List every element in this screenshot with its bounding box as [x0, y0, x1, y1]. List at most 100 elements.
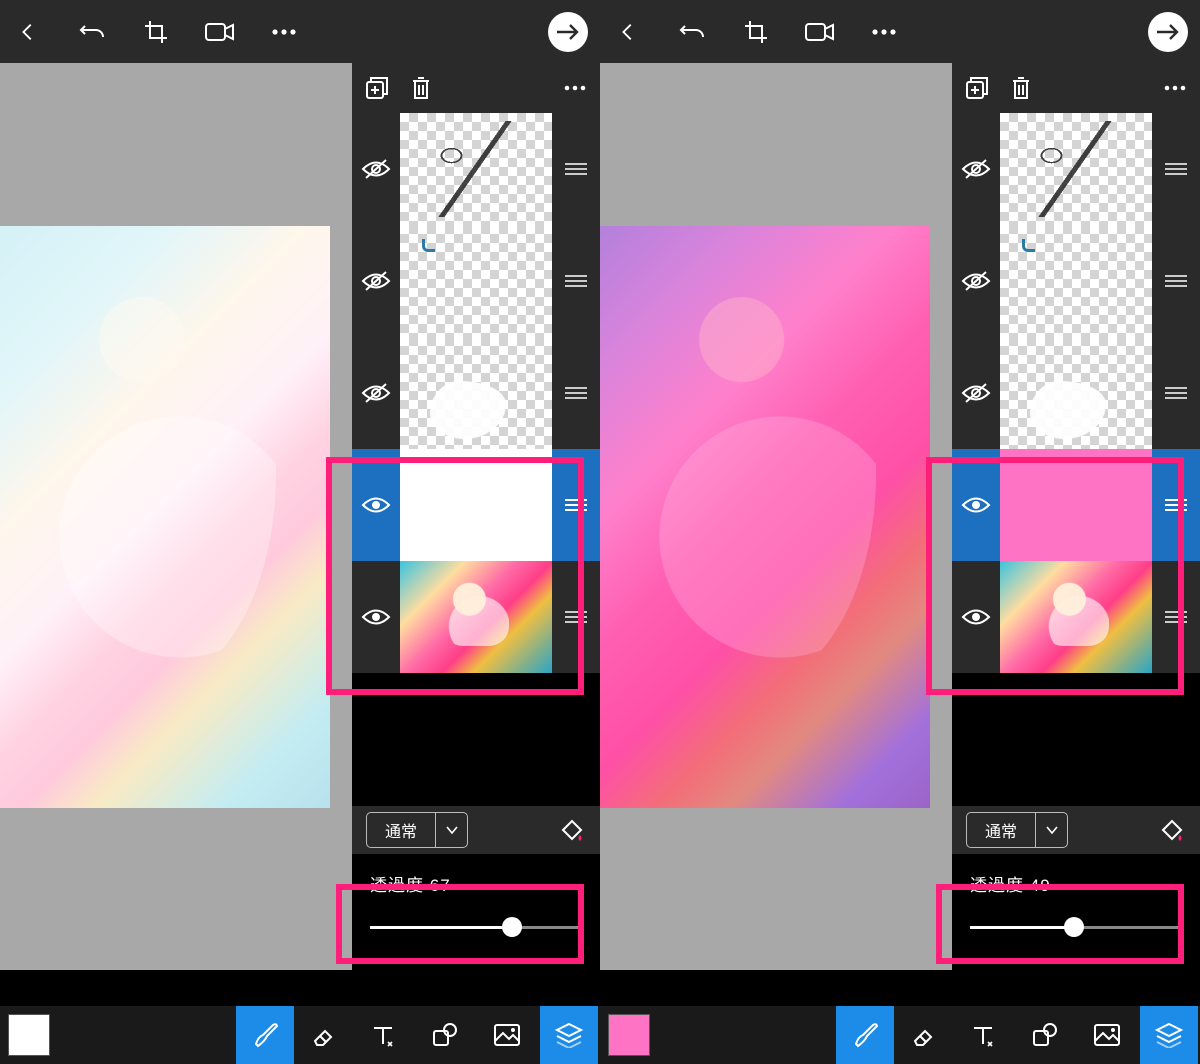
- eye-hidden-icon[interactable]: [952, 337, 1000, 449]
- blend-mode-label: 通常: [367, 813, 435, 847]
- layer-row[interactable]: [952, 225, 1200, 337]
- text-tool-icon[interactable]: [954, 1006, 1012, 1064]
- paint-bucket-icon[interactable]: [1154, 813, 1188, 847]
- layer-thumbnail[interactable]: [400, 225, 552, 337]
- more-icon[interactable]: [868, 16, 900, 48]
- layer-thumbnail[interactable]: [1000, 449, 1152, 561]
- caret-down-icon[interactable]: [435, 813, 467, 847]
- opacity-slider[interactable]: [970, 915, 1182, 939]
- eye-hidden-icon[interactable]: [352, 225, 400, 337]
- trash-icon[interactable]: [1008, 75, 1034, 101]
- layer-thumbnail[interactable]: [400, 561, 552, 673]
- blend-mode-label: 通常: [967, 813, 1035, 847]
- paint-bucket-icon[interactable]: [554, 813, 588, 847]
- more-icon[interactable]: [1162, 75, 1188, 101]
- layer-thumbnail[interactable]: [1000, 561, 1152, 673]
- layers-icon[interactable]: [540, 1006, 598, 1064]
- layers-header: [352, 63, 600, 113]
- drag-handle-icon[interactable]: [552, 225, 600, 337]
- image-tool-icon[interactable]: [1078, 1006, 1136, 1064]
- video-icon[interactable]: [804, 16, 836, 48]
- blend-mode-row: 通常: [952, 806, 1200, 854]
- add-layer-icon[interactable]: [964, 75, 990, 101]
- opacity-label: 透過度 49: [970, 871, 1182, 896]
- back-icon[interactable]: [12, 16, 44, 48]
- eye-open-icon[interactable]: [952, 561, 1000, 673]
- drag-handle-icon[interactable]: [552, 113, 600, 225]
- shape-tool-icon[interactable]: [1016, 1006, 1074, 1064]
- next-arrow-icon[interactable]: [1148, 12, 1188, 52]
- top-toolbar: [0, 0, 600, 63]
- layer-thumbnail[interactable]: [1000, 225, 1152, 337]
- layer-row[interactable]: [952, 113, 1200, 225]
- layers-header: [952, 63, 1200, 113]
- eye-open-icon[interactable]: [352, 561, 400, 673]
- workspace: 通常 透過度 49: [600, 63, 1200, 970]
- video-icon[interactable]: [204, 16, 236, 48]
- layers-icon[interactable]: [1140, 1006, 1198, 1064]
- eye-hidden-icon[interactable]: [352, 337, 400, 449]
- canvas[interactable]: [0, 63, 352, 970]
- drag-handle-icon[interactable]: [552, 337, 600, 449]
- layer-thumbnail[interactable]: [400, 449, 552, 561]
- color-overlay: [0, 226, 330, 808]
- opacity-control: 透過度 49: [952, 861, 1200, 947]
- opacity-control: 透過度 67: [352, 861, 600, 947]
- eye-open-icon[interactable]: [952, 449, 1000, 561]
- layer-row[interactable]: [952, 337, 1200, 449]
- layer-row[interactable]: [352, 449, 600, 561]
- color-swatch[interactable]: [600, 1006, 658, 1064]
- brush-icon[interactable]: [236, 1006, 294, 1064]
- layer-thumbnail[interactable]: [1000, 113, 1152, 225]
- drag-handle-icon[interactable]: [1152, 449, 1200, 561]
- text-tool-icon[interactable]: [354, 1006, 412, 1064]
- caret-down-icon[interactable]: [1035, 813, 1067, 847]
- undo-icon[interactable]: [676, 16, 708, 48]
- opacity-label: 透過度 67: [370, 871, 582, 896]
- drag-handle-icon[interactable]: [552, 561, 600, 673]
- more-icon[interactable]: [562, 75, 588, 101]
- layer-thumbnail[interactable]: [400, 337, 552, 449]
- crop-icon[interactable]: [140, 16, 172, 48]
- eye-hidden-icon[interactable]: [952, 225, 1000, 337]
- layer-row[interactable]: [352, 337, 600, 449]
- add-layer-icon[interactable]: [364, 75, 390, 101]
- eraser-icon[interactable]: [894, 1006, 952, 1064]
- drag-handle-icon[interactable]: [1152, 225, 1200, 337]
- eye-open-icon[interactable]: [352, 449, 400, 561]
- next-arrow-icon[interactable]: [548, 12, 588, 52]
- eraser-icon[interactable]: [294, 1006, 352, 1064]
- trash-icon[interactable]: [408, 75, 434, 101]
- layers-panel: 通常 透過度 67: [352, 63, 600, 970]
- shape-tool-icon[interactable]: [416, 1006, 474, 1064]
- more-icon[interactable]: [268, 16, 300, 48]
- layer-row[interactable]: [952, 449, 1200, 561]
- color-overlay: [600, 226, 930, 808]
- layer-thumbnail[interactable]: [400, 113, 552, 225]
- blend-mode-dropdown[interactable]: 通常: [366, 812, 468, 848]
- blend-mode-dropdown[interactable]: 通常: [966, 812, 1068, 848]
- layer-row[interactable]: [352, 113, 600, 225]
- canvas-image: [0, 226, 330, 808]
- back-icon[interactable]: [612, 16, 644, 48]
- eye-hidden-icon[interactable]: [352, 113, 400, 225]
- drag-handle-icon[interactable]: [552, 449, 600, 561]
- drag-handle-icon[interactable]: [1152, 113, 1200, 225]
- undo-icon[interactable]: [76, 16, 108, 48]
- crop-icon[interactable]: [740, 16, 772, 48]
- eye-hidden-icon[interactable]: [952, 113, 1000, 225]
- layer-row[interactable]: [352, 561, 600, 673]
- canvas[interactable]: [600, 63, 952, 970]
- image-tool-icon[interactable]: [478, 1006, 536, 1064]
- color-swatch[interactable]: [0, 1006, 58, 1064]
- layer-row[interactable]: [352, 225, 600, 337]
- opacity-slider[interactable]: [370, 915, 582, 939]
- layer-thumbnail[interactable]: [1000, 337, 1152, 449]
- bottom-toolbar: [0, 1006, 600, 1064]
- layers-list: [352, 113, 600, 673]
- top-toolbar: [600, 0, 1200, 63]
- brush-icon[interactable]: [836, 1006, 894, 1064]
- drag-handle-icon[interactable]: [1152, 561, 1200, 673]
- drag-handle-icon[interactable]: [1152, 337, 1200, 449]
- layer-row[interactable]: [952, 561, 1200, 673]
